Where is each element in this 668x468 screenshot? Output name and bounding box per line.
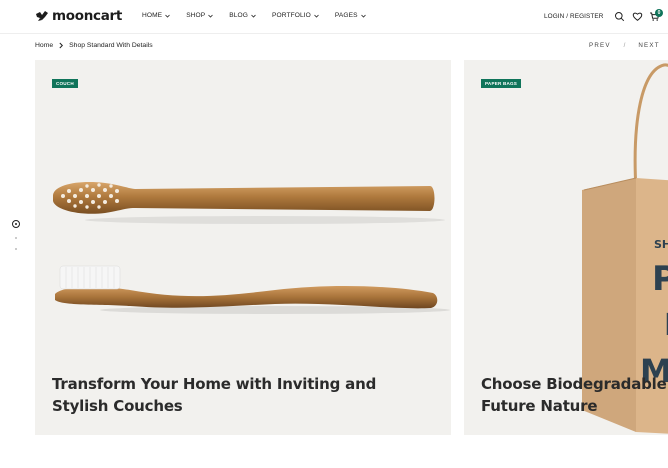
heart-icon[interactable] (632, 11, 643, 22)
breadcrumb-current: Shop Standard With Details (69, 42, 153, 49)
chevron-down-icon (251, 14, 256, 18)
nav-portfolio-label: PORTFOLIO (272, 12, 311, 19)
nav-home[interactable]: HOME (142, 12, 171, 19)
breadcrumb-home[interactable]: Home (35, 42, 53, 49)
logo-icon (36, 11, 48, 21)
login-register-link[interactable]: LOGIN / REGISTER (544, 13, 603, 20)
nav-pages[interactable]: PAGES (335, 12, 367, 19)
product-pager: PREV / NEXT (589, 42, 660, 49)
chevron-down-icon (360, 14, 366, 18)
category-badge[interactable]: COUCH (52, 79, 78, 88)
bag-print-text: I (664, 308, 668, 343)
card-title-line: Stylish Couches (52, 396, 183, 415)
card-title[interactable]: Choose Biodegradable Pa Future Nature (481, 374, 668, 417)
chevron-down-icon (208, 14, 214, 18)
card-title-line: Transform Your Home with Inviting and (52, 375, 377, 393)
chevron-down-icon (314, 14, 319, 18)
prev-link[interactable]: PREV (589, 42, 611, 49)
nav-blog-label: BLOG (229, 12, 249, 19)
nav-shop[interactable]: SHOP (186, 12, 214, 19)
main-nav: HOME SHOP BLOG PORTFOLIO PAGES (142, 12, 367, 19)
product-card-paper-bags[interactable]: SHO PA I MO PAPER BAGS Choose Biodegrada… (464, 60, 668, 435)
next-link[interactable]: NEXT (638, 42, 659, 49)
category-badge[interactable]: PAPER BAGS (481, 79, 522, 88)
cart-count-badge: 0 (655, 9, 663, 17)
nav-home-label: HOME (142, 12, 163, 19)
bag-print-text: PA (652, 259, 668, 299)
chevron-down-icon (165, 14, 170, 18)
nav-blog[interactable]: BLOG (229, 12, 257, 19)
product-card-couch[interactable]: COUCH Transform Your Home with Inviting … (35, 60, 451, 435)
bag-print-text: SHO (654, 238, 668, 251)
logo[interactable]: mooncart (35, 8, 122, 24)
slider-dot[interactable] (15, 237, 17, 239)
slider-dot[interactable] (15, 248, 17, 250)
nav-portfolio[interactable]: PORTFOLIO (272, 12, 320, 19)
logo-text: mooncart (52, 8, 123, 24)
chevron-right-icon (59, 42, 64, 49)
card-title-line: Future Nature (481, 396, 598, 415)
pager-separator: / (623, 42, 626, 49)
slider-pagination (12, 220, 21, 250)
card-title[interactable]: Transform Your Home with Inviting and St… (52, 374, 376, 417)
breadcrumb: Home Shop Standard With Details (35, 42, 153, 49)
search-icon[interactable] (614, 11, 625, 22)
site-header: mooncart HOME SHOP BLOG PORTFOLIO PAGES … (0, 0, 668, 34)
slider-dot-active[interactable] (12, 220, 20, 228)
card-title-line: Choose Biodegradable Pa (481, 375, 668, 393)
nav-shop-label: SHOP (186, 12, 206, 19)
nav-pages-label: PAGES (334, 12, 358, 19)
